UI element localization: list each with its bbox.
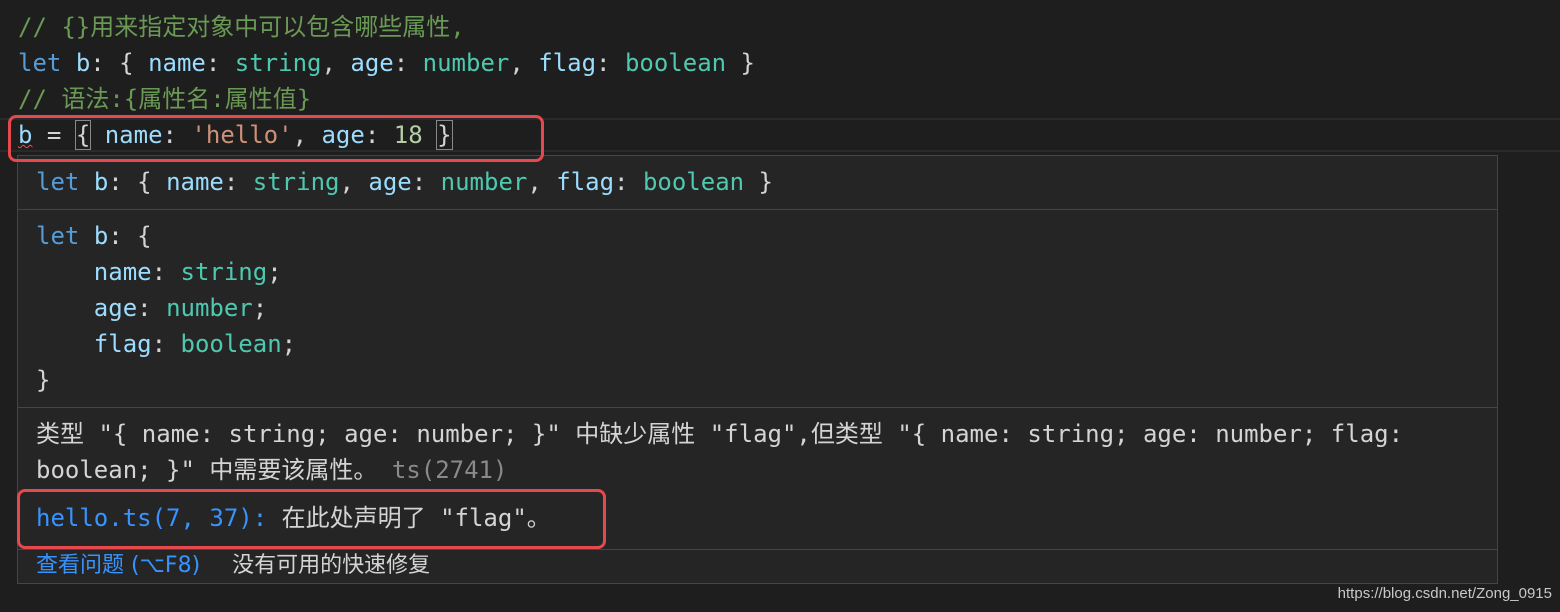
code-token: let bbox=[36, 222, 80, 250]
code-token: // {}用来指定对象中可以包含哪些属性, bbox=[18, 13, 465, 41]
code-token: , bbox=[527, 168, 557, 196]
code-token: : bbox=[614, 168, 643, 196]
code-token: : { bbox=[108, 168, 167, 196]
code-token: boolean bbox=[180, 330, 282, 358]
code-token: number bbox=[422, 49, 510, 77]
code-token: name bbox=[93, 258, 152, 286]
code-token: age bbox=[93, 294, 138, 322]
code-token: b bbox=[93, 222, 109, 250]
code-token: name bbox=[148, 49, 206, 77]
code-token: ; bbox=[252, 294, 268, 322]
hover-expanded-type: let b: { name: string; age: number; flag… bbox=[18, 210, 1497, 408]
code-token: let bbox=[18, 49, 62, 77]
code-token: : { bbox=[90, 49, 149, 77]
code-token: boolean bbox=[642, 168, 745, 196]
code-token: } bbox=[36, 366, 51, 394]
error-message-line2: boolean; }" 中需要该属性。 ts(2741) bbox=[36, 452, 507, 488]
expanded-type-line: } bbox=[36, 362, 50, 398]
code-token: : bbox=[223, 168, 253, 196]
code-token: } bbox=[726, 49, 756, 77]
code-token: age bbox=[350, 49, 394, 77]
expanded-type-line: flag: boolean; bbox=[36, 326, 296, 362]
code-token: flag bbox=[556, 168, 615, 196]
annotation-box-assignment bbox=[8, 115, 544, 162]
code-token: let bbox=[36, 168, 80, 196]
code-token: : bbox=[137, 294, 167, 322]
code-token: ; bbox=[281, 330, 297, 358]
code-token: : bbox=[151, 258, 181, 286]
code-token: : bbox=[411, 168, 441, 196]
expanded-type-line: age: number; bbox=[36, 290, 267, 326]
watermark: https://blog.csdn.net/Zong_0915 bbox=[1337, 585, 1552, 602]
code-token: // 语法:{属性名:属性值} bbox=[18, 85, 312, 113]
code-token: : { bbox=[108, 222, 152, 250]
code-token: b bbox=[93, 168, 109, 196]
code-line[interactable]: // {}用来指定对象中可以包含哪些属性, bbox=[18, 9, 465, 45]
code-token: , bbox=[339, 168, 369, 196]
code-token: ; bbox=[267, 258, 282, 286]
expanded-type-line: let b: { bbox=[36, 218, 152, 254]
no-quick-fix-label: 没有可用的快速修复 bbox=[232, 553, 431, 578]
view-problem-link[interactable]: 查看问题 (⌥F8) bbox=[36, 553, 200, 578]
hover-status-bar: 查看问题 (⌥F8) 没有可用的快速修复 bbox=[18, 550, 1497, 584]
code-token: : bbox=[393, 49, 423, 77]
code-token: , bbox=[321, 49, 351, 77]
code-token: string bbox=[180, 258, 268, 286]
code-token: } bbox=[744, 168, 774, 196]
hover-signature: let b: { name: string, age: number, flag… bbox=[18, 156, 1497, 210]
error-text: boolean; }" 中需要该属性。 bbox=[36, 456, 378, 484]
code-token: number bbox=[166, 294, 253, 322]
annotation-box-related bbox=[17, 489, 606, 549]
code-token: name bbox=[166, 168, 224, 196]
code-token: boolean bbox=[624, 49, 727, 77]
code-token: b bbox=[75, 49, 91, 77]
error-code: ts(2741) bbox=[391, 456, 508, 484]
code-token: flag bbox=[538, 49, 597, 77]
code-line[interactable]: let b: { name: string, age: number, flag… bbox=[18, 45, 755, 81]
code-token: string bbox=[234, 49, 322, 77]
code-token: number bbox=[440, 168, 528, 196]
signature-line: let b: { name: string, age: number, flag… bbox=[36, 164, 773, 200]
code-token: : bbox=[596, 49, 625, 77]
code-line[interactable]: // 语法:{属性名:属性值} bbox=[18, 81, 311, 117]
code-token: age bbox=[368, 168, 412, 196]
error-message-line1: 类型 "{ name: string; age: number; }" 中缺少属… bbox=[36, 420, 1404, 448]
expanded-type-line: name: string; bbox=[36, 254, 282, 290]
code-token: string bbox=[252, 168, 340, 196]
code-token: : bbox=[205, 49, 235, 77]
code-token: flag bbox=[93, 330, 152, 358]
code-token: : bbox=[151, 330, 181, 358]
code-token: , bbox=[509, 49, 539, 77]
